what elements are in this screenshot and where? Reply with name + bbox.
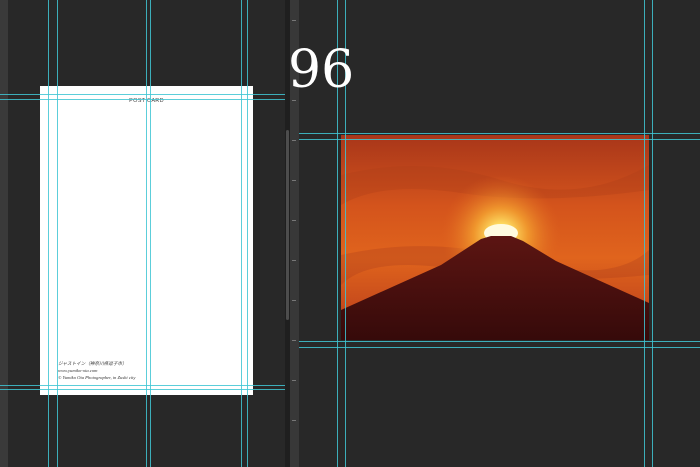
ruler-tick (292, 260, 296, 261)
sunrise-mountain-photo[interactable] (341, 135, 649, 340)
ruler-tick (292, 380, 296, 381)
ruler-tick (292, 140, 296, 141)
left-document-pane[interactable]: POST CARD ジャストイン（神奈川県逗子市） www.yumiko-ota… (0, 0, 285, 467)
credit-line: © Yumiko Ota Photographer, in Zushi city (58, 375, 136, 380)
guide-vertical[interactable] (57, 0, 58, 467)
guide-horizontal[interactable] (0, 389, 285, 390)
ruler-tick (292, 220, 296, 221)
postcard-credits: ジャストイン（神奈川県逗子市） www.yumiko-ota.com © Yum… (58, 360, 135, 381)
page-number: 96 (288, 40, 355, 100)
guide-vertical[interactable] (241, 0, 242, 467)
guide-horizontal[interactable] (299, 347, 700, 348)
guide-horizontal[interactable] (0, 94, 285, 95)
guide-vertical[interactable] (247, 0, 248, 467)
vertical-scrollbar-thumb[interactable] (286, 130, 289, 320)
vertical-ruler-left (0, 0, 8, 467)
guide-horizontal[interactable] (0, 385, 285, 386)
guide-horizontal[interactable] (299, 341, 700, 342)
ruler-tick (292, 340, 296, 341)
credit-line: www.yumiko-ota.com (58, 368, 98, 373)
guide-vertical[interactable] (150, 0, 151, 467)
guide-horizontal[interactable] (0, 99, 285, 100)
guide-vertical[interactable] (644, 0, 645, 467)
ruler-tick (292, 420, 296, 421)
guide-vertical[interactable] (652, 0, 653, 467)
ruler-tick (292, 300, 296, 301)
guide-vertical[interactable] (146, 0, 147, 467)
ruler-tick (292, 180, 296, 181)
guide-horizontal[interactable] (299, 133, 700, 134)
ruler-tick (292, 100, 296, 101)
photo-image (341, 135, 649, 340)
guide-horizontal[interactable] (299, 139, 700, 140)
credit-line: ジャストイン（神奈川県逗子市） (58, 361, 127, 366)
ruler-tick (292, 20, 296, 21)
guide-vertical[interactable] (48, 0, 49, 467)
